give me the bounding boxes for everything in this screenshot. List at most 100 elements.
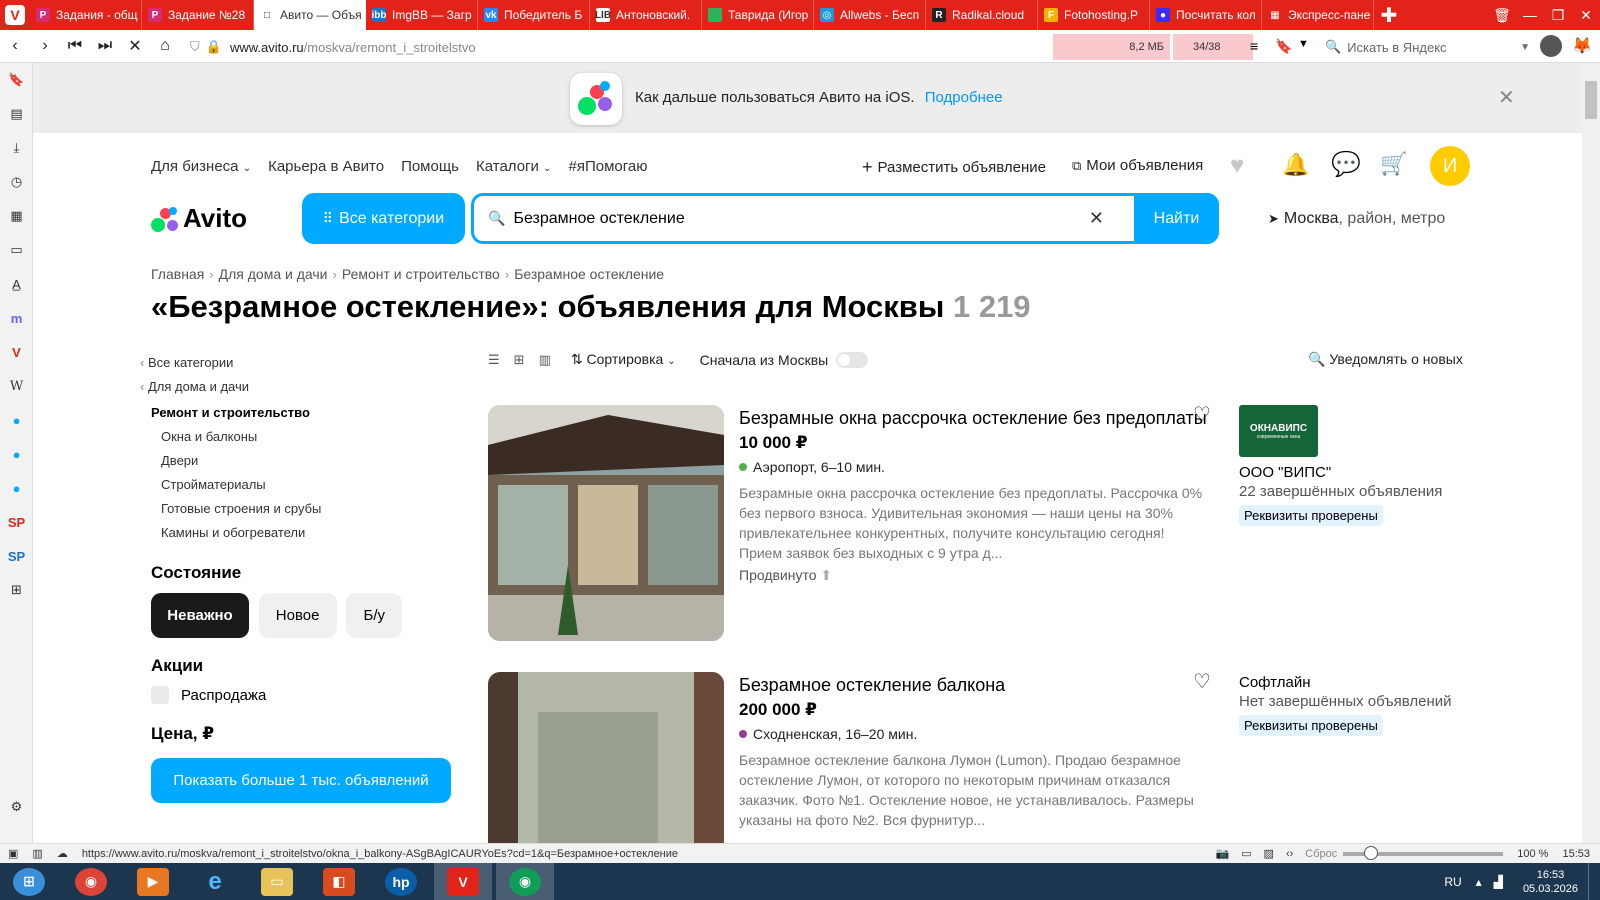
- reader-icon[interactable]: ≡: [1250, 38, 1258, 54]
- listing-title-2[interactable]: Безрамное остекление балкона: [739, 674, 1209, 696]
- office-taskbar-icon[interactable]: ◧: [310, 863, 368, 900]
- language-indicator[interactable]: RU: [1444, 875, 1461, 889]
- restore-icon[interactable]: ❐: [1544, 0, 1572, 30]
- search-input[interactable]: Безрамное остекление: [513, 210, 1088, 228]
- listing-title-1[interactable]: Безрамные окна рассрочка остекление без …: [739, 407, 1209, 429]
- filter-subcategory-item[interactable]: Окна и балконы: [161, 429, 460, 453]
- notes-icon[interactable]: ▦: [0, 199, 33, 233]
- chrome-taskbar-icon[interactable]: ◉: [62, 863, 120, 900]
- sp-panel-icon-2[interactable]: SP: [0, 539, 33, 573]
- filter-back-home[interactable]: ‹ Для дома и дачи: [140, 379, 460, 403]
- notifications-bell-icon[interactable]: 🔔: [1282, 152, 1309, 178]
- sync-cloud-icon[interactable]: ☁: [57, 847, 68, 860]
- panel-toggle-icon[interactable]: ▣: [8, 847, 18, 860]
- user-avatar[interactable]: И: [1430, 146, 1470, 186]
- map-view-icon[interactable]: ▥: [539, 352, 551, 368]
- capture-icon[interactable]: 📷: [1215, 847, 1229, 860]
- vivaldi-taskbar-icon[interactable]: V: [434, 863, 492, 900]
- banner-more-link[interactable]: Подробнее: [925, 89, 1003, 106]
- filter-subcategory-item[interactable]: Готовые строения и срубы: [161, 501, 460, 525]
- close-window-icon[interactable]: ✕: [1572, 0, 1600, 30]
- bookmarks-panel-icon[interactable]: 🔖: [0, 63, 33, 97]
- favorite-heart-icon-2[interactable]: ♡: [1193, 669, 1211, 694]
- seller-name-2[interactable]: Софтлайн: [1239, 674, 1499, 691]
- scrollbar-thumb[interactable]: [1585, 81, 1597, 119]
- tiling-icon[interactable]: ▥: [32, 847, 42, 860]
- nav-ya-pomogayu[interactable]: #яПомогаю: [568, 158, 647, 175]
- back-icon[interactable]: ‹: [0, 30, 30, 63]
- fast-forward-icon[interactable]: ⏭: [90, 30, 120, 63]
- show-desktop-button[interactable]: [1588, 863, 1600, 900]
- seller-name-1[interactable]: ООО "ВИПС": [1239, 464, 1499, 481]
- find-button[interactable]: Найти: [1134, 193, 1219, 244]
- browser-tab[interactable]: P Задания - общ: [30, 0, 142, 30]
- condition-used-chip[interactable]: Б/у: [346, 593, 403, 638]
- nav-business[interactable]: Для бизнеса ⌄: [151, 158, 251, 175]
- cart-icon[interactable]: 🛒: [1380, 151, 1407, 177]
- forward-icon[interactable]: ›: [30, 30, 60, 63]
- zoom-reset[interactable]: Сброс: [1305, 848, 1337, 860]
- sale-checkbox[interactable]: [151, 686, 169, 704]
- extension-icon[interactable]: 🦊: [1572, 36, 1592, 56]
- avito-logo[interactable]: Avito: [151, 203, 247, 234]
- minimize-icon[interactable]: —: [1516, 0, 1544, 30]
- bookmark-icon[interactable]: 🔖: [1275, 38, 1292, 55]
- filter-subcategory-item[interactable]: Камины и обогреватели: [161, 525, 460, 549]
- browser-tab[interactable]: ▦ Экспресс-пане: [1262, 0, 1374, 30]
- all-categories-button[interactable]: ⠿ Все категории: [302, 193, 465, 244]
- sort-dropdown[interactable]: ⇅ Сортировка ⌄: [571, 351, 676, 368]
- explorer-taskbar-icon[interactable]: ▭: [248, 863, 306, 900]
- seller-logo-1[interactable]: ОКНАВИПС современные окна: [1239, 405, 1318, 457]
- window-icon[interactable]: ▭: [1241, 847, 1251, 860]
- list-view-icon[interactable]: ☰: [488, 352, 500, 368]
- sale-filter[interactable]: Распродажа: [140, 686, 460, 704]
- trash-icon[interactable]: 🗑: [1488, 0, 1516, 30]
- browser-tab[interactable]: LIB Антоновский.: [590, 0, 702, 30]
- browser-tab[interactable]: ◎ Allwebs - Бесп: [814, 0, 926, 30]
- zoom-slider-knob[interactable]: [1364, 845, 1379, 860]
- settings-gear-icon[interactable]: ⚙: [0, 790, 33, 824]
- browser-tab[interactable]: F Fotohosting.P: [1038, 0, 1150, 30]
- condition-any-chip[interactable]: Неважно: [151, 593, 249, 638]
- network-icon[interactable]: ▟: [1494, 875, 1503, 889]
- reading-list-icon[interactable]: ▤: [0, 97, 33, 131]
- favorite-heart-icon-1[interactable]: ♡: [1193, 402, 1211, 427]
- filter-subcategory-item[interactable]: Стройматериалы: [161, 477, 460, 501]
- page-scrollbar[interactable]: [1582, 63, 1600, 843]
- image-icon[interactable]: ▨: [1264, 847, 1274, 860]
- messages-chat-icon[interactable]: 💬: [1331, 150, 1361, 179]
- breadcrumb-home[interactable]: Главная: [151, 266, 204, 282]
- history-icon[interactable]: ◷: [0, 165, 33, 199]
- new-tab-plus-icon[interactable]: ✚: [1374, 0, 1404, 30]
- avito-panel-icon-3[interactable]: ●: [0, 471, 33, 505]
- vivaldi-icon[interactable]: V: [0, 335, 33, 369]
- browser-tab[interactable]: Таврида (Игор: [702, 0, 814, 30]
- post-ad-button[interactable]: + Разместить объявление: [862, 157, 1046, 178]
- yandex-search-field[interactable]: 🔍 Искать в Яндекс ▼: [1325, 34, 1530, 60]
- code-icon[interactable]: ‹›: [1286, 848, 1293, 860]
- wikipedia-icon[interactable]: W: [0, 369, 33, 403]
- nav-career[interactable]: Карьера в Авито: [268, 158, 384, 175]
- notify-new-button[interactable]: 🔍 Уведомлять о новых: [1308, 351, 1463, 368]
- moscow-first-toggle[interactable]: [836, 351, 869, 368]
- chrome-taskbar-icon-2[interactable]: ◉: [496, 863, 554, 900]
- breadcrumb-repair[interactable]: Ремонт и строительство: [342, 266, 500, 282]
- listing-image-2[interactable]: [488, 672, 724, 843]
- show-more-button[interactable]: Показать больше 1 тыс. объявлений: [151, 758, 451, 803]
- profile-icon[interactable]: [1540, 35, 1562, 57]
- filter-subcategory-item[interactable]: Двери: [161, 453, 460, 477]
- nav-catalogs[interactable]: Каталоги ⌄: [476, 158, 551, 175]
- clear-search-icon[interactable]: ✕: [1089, 208, 1104, 229]
- avito-panel-icon[interactable]: ●: [0, 403, 33, 437]
- window-panel-icon[interactable]: ▭: [0, 233, 33, 267]
- breadcrumb-home-garden[interactable]: Для дома и дачи: [219, 266, 328, 282]
- grid-view-icon[interactable]: ⊞: [514, 352, 525, 368]
- media-player-taskbar-icon[interactable]: ▶: [124, 863, 182, 900]
- downloads-icon[interactable]: ⤓: [0, 131, 33, 165]
- hp-taskbar-icon[interactable]: hp: [372, 863, 430, 900]
- translate-icon[interactable]: A̲: [0, 267, 33, 301]
- tray-arrow-icon[interactable]: ▴: [1476, 875, 1482, 889]
- nav-help[interactable]: Помощь: [401, 158, 459, 175]
- search-engine-chevron-icon[interactable]: ▼: [1520, 42, 1530, 53]
- favorites-heart-icon[interactable]: ♥: [1230, 152, 1244, 180]
